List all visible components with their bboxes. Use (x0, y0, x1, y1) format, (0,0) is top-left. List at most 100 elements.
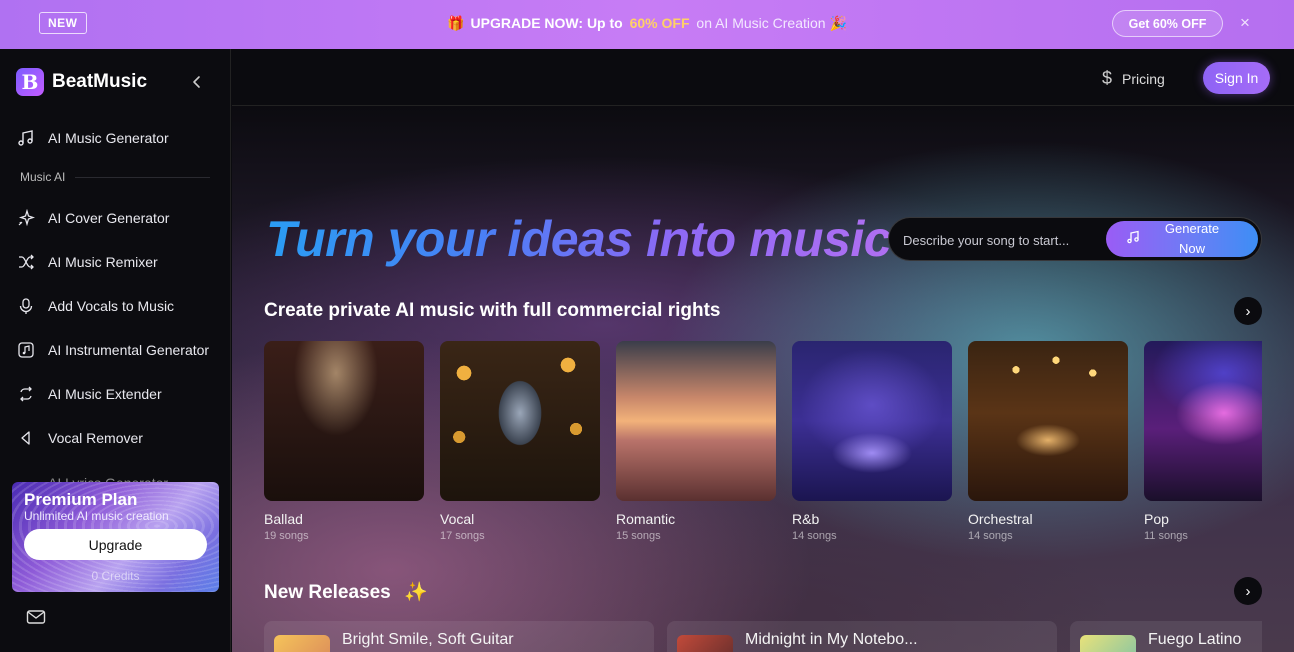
chevron-right-icon[interactable]: › (1234, 577, 1262, 605)
sidebar-item-ai-music-generator[interactable]: AI Music Generator (16, 124, 220, 152)
speaker-icon (16, 428, 36, 448)
genre-card-ballad[interactable]: Ballad 19 songs (264, 341, 424, 542)
release-title: Fuego Latino (1148, 631, 1242, 648)
new-releases-label: New Releases (264, 582, 391, 603)
sidebar-item-label: Add Vocals to Music (48, 298, 175, 314)
music-note-icon (1126, 230, 1140, 248)
gift-icon: 🎁 (447, 15, 465, 31)
logo-icon: B (16, 68, 44, 96)
premium-plan-card: Premium Plan Unlimited AI music creation… (12, 482, 219, 592)
genre-name: Vocal (440, 511, 475, 527)
genre-count: 15 songs (616, 530, 661, 542)
generate-now-label: Generate Now (1140, 219, 1258, 259)
divider (75, 176, 210, 178)
brand[interactable]: B BeatMusic (16, 68, 147, 96)
orchestral-image (968, 341, 1128, 501)
genre-card-romantic[interactable]: Romantic 15 songs (616, 341, 776, 542)
dollar-icon: $ (1102, 68, 1113, 88)
music-note-box-icon (16, 340, 36, 360)
release-card[interactable]: Fuego Latino (1070, 621, 1262, 652)
sparkles-icon: ✨ (404, 582, 428, 603)
release-title: Midnight in My Notebo... (745, 631, 918, 648)
promo-headline: UPGRADE NOW: Up to (470, 15, 623, 31)
genre-card-pop[interactable]: Pop 11 songs (1144, 341, 1262, 542)
release-card[interactable]: Midnight in My Notebo... (667, 621, 1057, 652)
genre-card-rnb[interactable]: R&b 14 songs (792, 341, 952, 542)
microphone-icon (16, 296, 36, 316)
genre-cards: Ballad 19 songs Vocal 17 songs Romantic … (264, 341, 1262, 551)
release-card[interactable]: Bright Smile, Soft Guitar (264, 621, 654, 652)
premium-title: Premium Plan (24, 490, 138, 509)
rnb-image (792, 341, 952, 501)
pop-image (1144, 341, 1262, 501)
get-discount-button[interactable]: Get 60% OFF (1112, 10, 1223, 37)
chevron-right-icon[interactable]: › (1234, 297, 1262, 325)
sidebar-item-add-vocals[interactable]: Add Vocals to Music (16, 292, 220, 320)
sidebar-item-vocal-remover[interactable]: Vocal Remover (16, 424, 220, 452)
genre-card-orchestral[interactable]: Orchestral 14 songs (968, 341, 1128, 542)
generate-now-button[interactable]: Generate Now (1106, 221, 1258, 257)
main-content: Turn your ideas into music Generate Now C… (232, 106, 1294, 652)
sidebar-item-cutoff[interactable]: AI Lyrics Generator (16, 469, 220, 483)
release-thumbnail (677, 635, 733, 652)
sidebar-item-ai-music-remixer[interactable]: AI Music Remixer (16, 248, 220, 276)
ballad-image (264, 341, 424, 501)
sidebar-item-label: AI Instrumental Generator (48, 342, 210, 358)
pricing-link[interactable]: $ Pricing (1102, 68, 1165, 89)
section-label-music-ai: Music AI (20, 170, 210, 184)
hero-title: Turn your ideas into music (266, 211, 892, 267)
genre-name: R&b (792, 511, 820, 527)
sidebar-item-label: AI Cover Generator (48, 210, 170, 226)
repeat-icon (16, 384, 36, 404)
promo-message: 🎁 UPGRADE NOW: Up to 60% OFF on AI Music … (0, 15, 1294, 32)
release-thumbnail (274, 635, 330, 652)
brand-name: BeatMusic (52, 71, 148, 92)
sidebar-item-label: AI Music Extender (48, 386, 162, 402)
sidebar-item-label: Vocal Remover (48, 430, 143, 446)
genre-count: 14 songs (792, 530, 837, 542)
genre-name: Orchestral (968, 511, 1033, 527)
generate-label-line1: Generate (1164, 221, 1220, 236)
mail-icon[interactable] (26, 609, 46, 625)
song-prompt-box: Generate Now (888, 217, 1262, 261)
promo-discount: 60% OFF (629, 15, 690, 31)
premium-subtitle: Unlimited AI music creation (24, 509, 169, 523)
sign-in-button[interactable]: Sign In (1203, 62, 1270, 94)
genre-count: 19 songs (264, 530, 309, 542)
new-releases-title: New Releases ✨ (264, 580, 428, 604)
shuffle-icon (16, 252, 36, 272)
pricing-label: Pricing (1122, 70, 1165, 87)
music-note-icon (16, 128, 36, 148)
genres-section-title: Create private AI music with full commer… (264, 300, 721, 321)
credits-count: 0 Credits (91, 569, 140, 583)
genre-count: 11 songs (1144, 530, 1188, 542)
song-prompt-input[interactable] (903, 226, 1099, 254)
top-nav: $ Pricing Sign In (232, 49, 1294, 106)
party-icon: 🎉 (829, 15, 847, 31)
collapse-sidebar-icon[interactable] (190, 73, 204, 91)
close-icon[interactable]: × (1237, 13, 1253, 33)
new-releases-list: Bright Smile, Soft Guitar Midnight in My… (264, 621, 1262, 652)
release-thumbnail (1080, 635, 1136, 652)
sparkle-icon (16, 208, 36, 228)
vocal-image (440, 341, 600, 501)
sidebar-item-label: AI Music Generator (48, 130, 169, 146)
sidebar-item-ai-cover-generator[interactable]: AI Cover Generator (16, 204, 220, 232)
genre-count: 14 songs (968, 530, 1013, 542)
upgrade-button[interactable]: Upgrade (24, 529, 207, 560)
genre-card-vocal[interactable]: Vocal 17 songs (440, 341, 600, 542)
promo-banner: NEW 🎁 UPGRADE NOW: Up to 60% OFF on AI Mu… (0, 0, 1294, 49)
sidebar-item-label: AI Music Remixer (48, 254, 158, 270)
release-title: Bright Smile, Soft Guitar (342, 631, 514, 648)
sidebar-item-ai-instrumental-generator[interactable]: AI Instrumental Generator (16, 336, 220, 364)
promo-tail: on AI Music Creation (696, 15, 826, 31)
genre-name: Pop (1144, 511, 1169, 527)
section-label-text: Music AI (20, 170, 66, 184)
genre-name: Romantic (616, 511, 676, 527)
genre-name: Ballad (264, 511, 303, 527)
sidebar: B BeatMusic AI Music Generator Music AI … (0, 49, 231, 652)
sidebar-item-ai-music-extender[interactable]: AI Music Extender (16, 380, 220, 408)
romantic-image (616, 341, 776, 501)
genre-count: 17 songs (440, 530, 485, 542)
generate-label-line2: Now (1178, 241, 1205, 256)
